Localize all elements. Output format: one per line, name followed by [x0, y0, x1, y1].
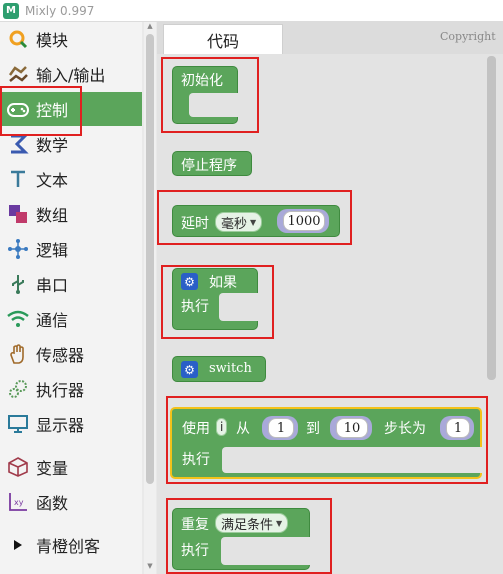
sidebar-item-label: 数组	[36, 206, 69, 225]
highlight-box	[166, 498, 332, 574]
function-icon: xy	[3, 491, 33, 513]
wifi-icon	[3, 308, 33, 330]
copyright-text: Copyright	[440, 30, 496, 43]
sigma-icon	[3, 133, 33, 155]
sidebar-item-modules[interactable]: 模块	[0, 22, 142, 56]
sidebar-item-label: 文本	[36, 171, 69, 190]
sidebar-item-label: 传感器	[36, 346, 85, 365]
svg-text:xy: xy	[14, 498, 24, 507]
sidebar-item-label: 青橙创客	[36, 537, 101, 556]
stop-program-label: 停止程序	[181, 158, 237, 174]
sidebar-item-label: 串口	[36, 276, 69, 295]
array-icon	[3, 203, 33, 225]
sidebar-item-text[interactable]: 文本	[0, 162, 142, 196]
sidebar-item-logic[interactable]: 逻辑	[0, 232, 142, 266]
search-icon	[3, 28, 33, 50]
sidebar-item-label: 通信	[36, 311, 69, 330]
sidebar-item-array[interactable]: 数组	[0, 197, 142, 231]
gears-icon	[3, 378, 33, 400]
cube-icon	[3, 456, 33, 478]
hand-icon	[3, 343, 33, 365]
sidebar-item-qingcheng[interactable]: 青橙创客	[0, 528, 142, 562]
sidebar-item-variable[interactable]: 变量	[0, 450, 142, 484]
scroll-up-icon[interactable]: ▲	[146, 22, 154, 30]
triangle-right-icon	[3, 538, 33, 552]
sidebar-item-communication[interactable]: 通信	[0, 302, 142, 336]
highlight-box	[166, 396, 488, 484]
highlight-box	[157, 190, 352, 245]
sidebar-scroll-thumb[interactable]	[146, 34, 154, 484]
flyout-scrollbar[interactable]	[487, 56, 496, 380]
sidebar-item-label: 逻辑	[36, 241, 69, 260]
mixly-logo-icon: M	[3, 2, 19, 19]
highlight-box	[0, 86, 82, 136]
switch-block[interactable]: ⚙ switch	[172, 356, 266, 382]
mutator-gear-icon[interactable]: ⚙	[181, 361, 198, 378]
monitor-icon	[3, 413, 33, 435]
sidebar-item-actuator[interactable]: 执行器	[0, 372, 142, 406]
sidebar-item-label: 模块	[36, 31, 69, 50]
scroll-down-icon[interactable]: ▼	[146, 562, 154, 570]
highlight-box	[161, 57, 259, 133]
highlight-box	[161, 265, 274, 339]
usb-icon	[3, 273, 33, 295]
sidebar-item-sensor[interactable]: 传感器	[0, 337, 142, 371]
sidebar-item-label: 函数	[36, 494, 69, 513]
sidebar-scrollbar[interactable]: ▲ ▼	[144, 22, 156, 574]
sidebar-item-label: 显示器	[36, 416, 85, 435]
sidebar-item-function[interactable]: xy 函数	[0, 485, 142, 519]
sidebar-item-label: 变量	[36, 459, 69, 478]
switch-label: switch	[209, 361, 252, 376]
sidebar-item-display[interactable]: 显示器	[0, 407, 142, 441]
input-output-icon	[3, 63, 33, 85]
stop-program-block[interactable]: 停止程序	[172, 151, 252, 176]
tab-code[interactable]: 代码	[163, 24, 283, 54]
sidebar-item-label: 输入/输出	[36, 66, 106, 85]
sidebar-item-label: 执行器	[36, 381, 85, 400]
title-bar: M Mixly 0.997	[0, 0, 503, 22]
window-title: Mixly 0.997	[25, 3, 95, 18]
network-icon	[3, 238, 33, 260]
sidebar-item-serial[interactable]: 串口	[0, 267, 142, 301]
text-t-icon	[3, 168, 33, 190]
